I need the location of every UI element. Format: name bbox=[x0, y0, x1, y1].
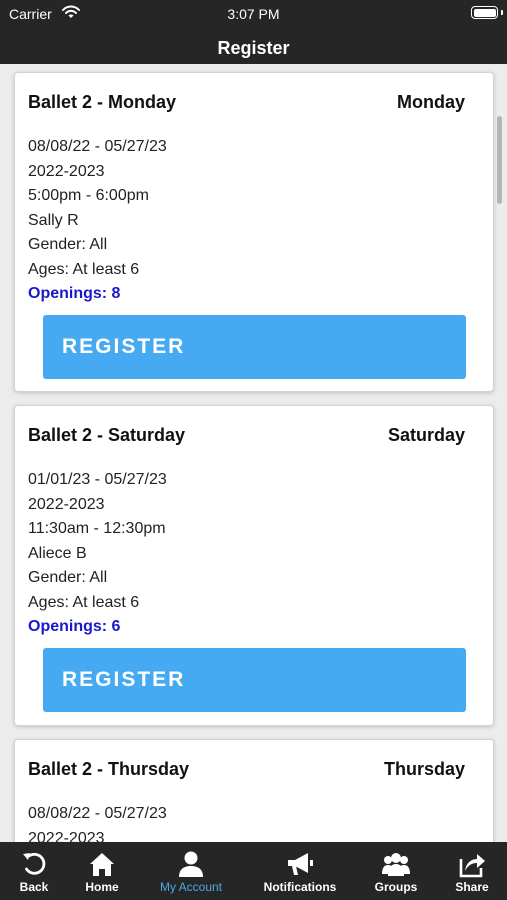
tab-groups[interactable]: Groups bbox=[364, 842, 428, 900]
page-title: Register bbox=[217, 38, 290, 58]
class-name: Ballet 2 - Thursday bbox=[28, 759, 190, 779]
share-icon bbox=[459, 854, 485, 878]
tab-label: Back bbox=[19, 880, 49, 894]
tab-label: Groups bbox=[374, 880, 418, 894]
battery-tip bbox=[501, 10, 503, 15]
megaphone-icon bbox=[288, 853, 313, 875]
class-openings: Openings: 6 bbox=[28, 618, 121, 635]
class-card: Ballet 2 - Thursday Thursday 08/08/22 - … bbox=[14, 739, 494, 842]
status-time: 3:07 PM bbox=[227, 6, 280, 22]
class-openings: Openings: 8 bbox=[28, 285, 121, 302]
class-card: Ballet 2 - Saturday Saturday 01/01/23 - … bbox=[14, 405, 494, 726]
tab-notifications[interactable]: Notifications bbox=[250, 842, 350, 900]
battery-icon bbox=[471, 6, 498, 19]
class-season: 2022-2023 bbox=[28, 495, 105, 513]
class-time: 11:30am - 12:30pm bbox=[28, 520, 166, 537]
tab-label: Share bbox=[455, 880, 489, 894]
class-gender: Gender: All bbox=[28, 236, 108, 253]
user-icon bbox=[179, 851, 203, 877]
tab-my-account[interactable]: My Account bbox=[146, 842, 236, 900]
tab-bar: Back Home My Account Notifications Group… bbox=[0, 842, 507, 900]
class-card: Ballet 2 - Monday Monday 08/08/22 - 05/2… bbox=[14, 72, 494, 392]
tab-share[interactable]: Share bbox=[440, 842, 504, 900]
class-dates: 08/08/22 - 05/27/23 bbox=[28, 805, 167, 822]
class-season: 2022-2023 bbox=[28, 162, 105, 180]
scrollbar[interactable] bbox=[497, 116, 502, 204]
class-ages: Ages: At least 6 bbox=[28, 593, 140, 611]
class-day: Thursday bbox=[383, 759, 465, 779]
class-time: 5:00pm - 6:00pm bbox=[28, 187, 149, 204]
class-day: Monday bbox=[396, 92, 465, 112]
status-bar: Carrier 3:07 PM bbox=[0, 0, 507, 28]
tab-home[interactable]: Home bbox=[68, 842, 136, 900]
back-arrow-icon bbox=[23, 852, 46, 875]
register-button[interactable]: REGISTER bbox=[43, 315, 466, 379]
class-name: Ballet 2 - Saturday bbox=[28, 425, 186, 445]
class-dates: 08/08/22 - 05/27/23 bbox=[28, 138, 167, 155]
class-season: 2022-2023 bbox=[28, 829, 105, 843]
tab-back[interactable]: Back bbox=[0, 842, 68, 900]
top-bar: Carrier 3:07 PM Register bbox=[0, 0, 507, 64]
tab-label: Home bbox=[85, 880, 119, 894]
class-dates: 01/01/23 - 05/27/23 bbox=[28, 471, 167, 488]
class-gender: Gender: All bbox=[28, 569, 108, 586]
home-icon bbox=[90, 853, 114, 876]
tab-label: My Account bbox=[159, 880, 223, 894]
class-ages: Ages: At least 6 bbox=[28, 260, 140, 278]
class-instructor: Aliece B bbox=[28, 544, 87, 562]
class-list[interactable]: Ballet 2 - Monday Monday 08/08/22 - 05/2… bbox=[0, 64, 507, 842]
group-icon bbox=[382, 853, 410, 876]
class-instructor: Sally R bbox=[28, 211, 79, 229]
register-button[interactable]: REGISTER bbox=[43, 648, 466, 712]
tab-label: Notifications bbox=[263, 880, 337, 894]
class-name: Ballet 2 - Monday bbox=[28, 92, 177, 112]
class-day: Saturday bbox=[387, 425, 465, 445]
